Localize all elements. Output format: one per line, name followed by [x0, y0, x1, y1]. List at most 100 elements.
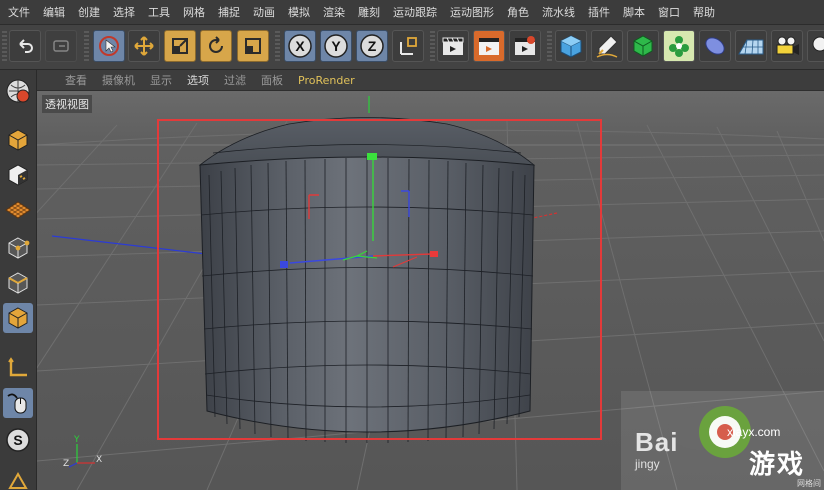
render-picture-viewer-button[interactable] — [473, 30, 505, 62]
menu-mograph[interactable]: 运动图形 — [450, 4, 494, 20]
points-mode-button[interactable] — [3, 233, 33, 263]
viewport-title[interactable]: 透视视图 — [42, 95, 92, 113]
axis-mode-button[interactable] — [3, 353, 33, 383]
viewport-menu-bar: 查看 摄像机 显示 选项 过滤 面板 ProRender — [37, 70, 824, 91]
undo-button[interactable] — [9, 30, 41, 62]
menu-help[interactable]: 帮助 — [693, 4, 715, 20]
viewport-menu-view[interactable]: 查看 — [65, 72, 87, 88]
axis-y-lock-button[interactable]: Y — [320, 30, 352, 62]
axis-triad-y: Y — [73, 435, 80, 445]
recent-tool-button[interactable] — [237, 30, 269, 62]
move-tool-button[interactable] — [128, 30, 160, 62]
quantize-icon — [8, 471, 28, 489]
light-button[interactable] — [807, 30, 824, 62]
rotate-tool-button[interactable] — [200, 30, 232, 62]
axis-z-lock-button[interactable]: Z — [356, 30, 388, 62]
camera-button[interactable] — [771, 30, 803, 62]
toolbar-grip[interactable] — [2, 31, 7, 63]
workplane-mode-button[interactable] — [3, 194, 33, 224]
menu-edit[interactable]: 编辑 — [43, 4, 65, 20]
viewport-menu-display[interactable]: 显示 — [150, 72, 172, 88]
axis-y-letter: Y — [331, 38, 341, 54]
texture-mode-button[interactable] — [3, 160, 33, 190]
viewport-canvas[interactable]: Y X Z 网格间 — [37, 91, 824, 490]
pen-icon — [596, 35, 618, 58]
menu-select[interactable]: 选择 — [113, 4, 135, 20]
menu-script[interactable]: 脚本 — [623, 4, 645, 20]
menu-simulate[interactable]: 模拟 — [288, 4, 310, 20]
coordinate-system-icon — [400, 37, 417, 55]
render-settings-button[interactable] — [509, 30, 541, 62]
toolbar-grip[interactable] — [84, 31, 89, 63]
viewport-menu-panel[interactable]: 面板 — [261, 72, 283, 88]
undo-icon — [19, 39, 33, 53]
toolbar-grip[interactable] — [430, 31, 435, 63]
camera-icon — [776, 36, 799, 55]
viewport-menu-filter[interactable]: 过滤 — [224, 72, 246, 88]
make-editable-icon — [6, 79, 30, 103]
cube-object-button[interactable] — [555, 30, 587, 62]
menu-plugins[interactable]: 插件 — [588, 4, 610, 20]
perspective-viewport[interactable]: Y X Z 网格间 透视视图 Bai jingy xiayx.com 游戏 — [37, 91, 824, 490]
clapper-icon — [442, 37, 464, 55]
deformer-button[interactable] — [699, 30, 731, 62]
model-mode-button[interactable] — [3, 125, 33, 155]
axis-triad-z: Z — [63, 459, 69, 469]
axis-triad-x: X — [96, 455, 102, 465]
quantize-button[interactable] — [3, 465, 33, 490]
gizmo-x-handle[interactable] — [430, 251, 438, 257]
points-cube-icon — [8, 237, 30, 259]
menu-character[interactable]: 角色 — [507, 4, 529, 20]
toolbar-grip[interactable] — [275, 31, 280, 63]
make-editable-button[interactable] — [3, 76, 33, 106]
redo-button[interactable] — [45, 30, 77, 62]
menu-create[interactable]: 创建 — [78, 4, 100, 20]
menu-render[interactable]: 渲染 — [323, 4, 345, 20]
polygons-mode-button[interactable] — [3, 303, 33, 333]
pen-spline-button[interactable] — [591, 30, 623, 62]
scale-tool-button[interactable] — [164, 30, 196, 62]
picture-viewer-icon — [479, 38, 499, 55]
subdivision-button[interactable] — [627, 30, 659, 62]
viewport-menu-cameras[interactable]: 摄像机 — [102, 72, 135, 88]
menu-window[interactable]: 窗口 — [658, 4, 680, 20]
axis-x-lock-button[interactable]: X — [284, 30, 316, 62]
menu-motion-tracking[interactable]: 运动跟踪 — [393, 4, 437, 20]
menu-sculpt[interactable]: 雕刻 — [358, 4, 380, 20]
axis-z-icon: Z — [360, 34, 384, 58]
menu-tools[interactable]: 工具 — [148, 4, 170, 20]
axis-x-icon: X — [288, 34, 312, 58]
viewport-menu-options[interactable]: 选项 — [187, 72, 209, 88]
menu-bar: 文件 编辑 创建 选择 工具 网格 捕捉 动画 模拟 渲染 雕刻 运动跟踪 运动… — [0, 0, 824, 25]
cursor-icon — [99, 36, 119, 56]
edges-mode-button[interactable] — [3, 268, 33, 298]
main-toolbar: X Y Z — [0, 25, 824, 70]
axis-z-letter: Z — [368, 38, 377, 54]
axis-x-letter: X — [295, 38, 305, 54]
floor-button[interactable] — [735, 30, 767, 62]
snap-s-icon: S — [6, 428, 30, 452]
tweak-mode-button[interactable] — [3, 388, 33, 418]
axis-y-icon: Y — [324, 34, 348, 58]
cloner-button[interactable] — [663, 30, 695, 62]
render-view-button[interactable] — [437, 30, 469, 62]
menu-pipeline[interactable]: 流水线 — [542, 4, 575, 20]
polygons-cube-icon — [8, 307, 28, 329]
toolbar-grip[interactable] — [547, 31, 552, 63]
scale-corner-icon — [245, 38, 261, 54]
texture-cube-icon — [8, 164, 28, 186]
menu-animate[interactable]: 动画 — [253, 4, 275, 20]
menu-file[interactable]: 文件 — [8, 4, 30, 20]
viewport-menu-prorender[interactable]: ProRender — [298, 74, 355, 87]
menu-mesh[interactable]: 网格 — [183, 4, 205, 20]
gizmo-z-handle[interactable] — [280, 261, 288, 268]
mouse-icon — [7, 393, 27, 414]
gizmo-y-handle[interactable] — [367, 153, 377, 160]
coordinate-system-button[interactable] — [392, 30, 424, 62]
render-settings-icon — [515, 36, 535, 55]
menu-snap[interactable]: 捕捉 — [218, 4, 240, 20]
snapping-button[interactable]: S — [3, 425, 33, 455]
watermark-jingyan: jingy — [635, 457, 660, 471]
deformer-icon — [705, 37, 725, 55]
select-tool-button[interactable] — [93, 30, 125, 62]
